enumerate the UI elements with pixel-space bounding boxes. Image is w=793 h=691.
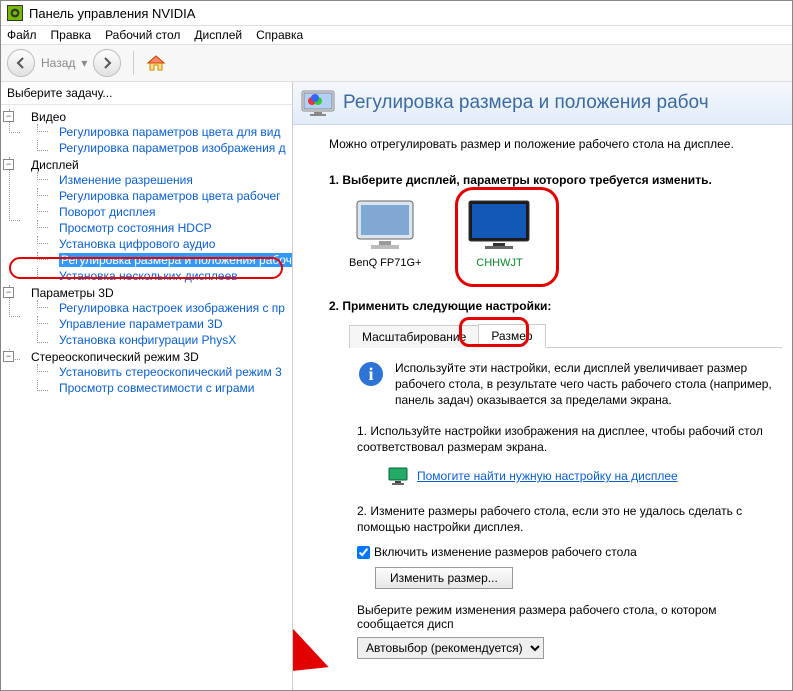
tree-item-video-color[interactable]: Регулировка параметров цвета для вид [59,125,280,139]
layout: Выберите задачу... − Видео Регулировка па… [1,82,792,690]
tree-item-size-position[interactable]: Регулировка размера и положения рабоч [59,253,292,267]
display-settings-icon [387,465,409,487]
tree-item-color[interactable]: Регулировка параметров цвета рабочег [59,189,281,203]
mode-label: Выберите режим изменения размера рабочег… [357,603,782,631]
tree-item-stereo-compat[interactable]: Просмотр совместимости с играми [59,381,254,395]
svg-text:i: i [368,364,373,384]
info-block: i Используйте эти настройки, если диспле… [357,360,782,409]
enable-resize-label: Включить изменение размеров рабочего сто… [374,545,637,559]
tree-cat-3d[interactable]: Параметры 3D [31,286,114,300]
tree-item-video-image[interactable]: Регулировка параметров изображения д [59,141,286,155]
tree-item-multi-display[interactable]: Установка нескольких дисплеев [59,269,238,283]
select-task-label: Выберите задачу... [1,82,292,105]
nvidia-logo-icon [7,5,23,21]
tree-item-3d-image[interactable]: Регулировка настроек изображения с пр [59,301,285,315]
help-link[interactable]: Помогите найти нужную настройку на диспл… [417,469,678,483]
menubar: Файл Правка Рабочий стол Дисплей Справка [1,26,792,45]
tree-item-rotate[interactable]: Поворот дисплея [59,205,156,219]
main-panel: Регулировка размера и положения рабоч Мо… [293,82,792,690]
toolbar: Назад ▾ [1,45,792,82]
tree-item-digital-audio[interactable]: Установка цифрового аудио [59,237,215,251]
mode-select[interactable]: Автовыбор (рекомендуется) [357,637,544,659]
info-sub1: 1. Используйте настройки изображения на … [357,423,782,455]
back-label: Назад [41,56,75,70]
enable-resize-checkbox[interactable] [357,546,370,559]
task-tree[interactable]: − Видео Регулировка параметров цвета для … [1,105,292,690]
expander-icon[interactable]: − [3,351,14,362]
tree-item-resolution[interactable]: Изменение разрешения [59,173,193,187]
info-text: Используйте эти настройки, если дисплей … [395,360,782,409]
display-item-benq[interactable]: BenQ FP71G+ [349,197,421,269]
home-icon[interactable] [146,53,166,73]
monitor-icon [301,88,335,118]
toolbar-separator [133,51,134,75]
back-dropdown-icon[interactable]: ▾ [81,56,87,70]
expander-icon[interactable]: − [3,159,14,170]
info-sub2: 2. Измените размеры рабочего стола, если… [357,503,782,535]
resize-button[interactable]: Изменить размер... [375,567,513,589]
menu-edit[interactable]: Правка [51,28,92,42]
menu-file[interactable]: Файл [7,28,37,42]
menu-help[interactable]: Справка [256,28,303,42]
tree-cat-display[interactable]: Дисплей [31,158,79,172]
page-header: Регулировка размера и положения рабоч [293,82,792,125]
back-button[interactable] [7,49,35,77]
monitor-icon [467,197,531,251]
tree-item-3d-manage[interactable]: Управление параметрами 3D [59,317,223,331]
info-icon: i [357,360,385,388]
tab-size[interactable]: Размер [478,324,545,348]
content-area: Можно отрегулировать размер и положение … [293,125,792,690]
display-picker: BenQ FP71G+ CHHWJT [349,197,782,269]
tree-cat-video[interactable]: Видео [31,110,66,124]
annotation-arrow [293,515,373,685]
display-label: CHHWJT [476,257,522,269]
step2-title: 2. Применить следующие настройки: [329,299,782,313]
step1-title: 1. Выберите дисплей, параметры которого … [329,173,782,187]
page-title: Регулировка размера и положения рабоч [343,92,709,114]
page-description: Можно отрегулировать размер и положение … [329,137,782,151]
help-link-row: Помогите найти нужную настройку на диспл… [387,465,782,487]
titlebar: Панель управления NVIDIA [1,1,792,26]
nvidia-control-panel-window: Панель управления NVIDIA Файл Правка Раб… [0,0,793,691]
expander-icon[interactable]: − [3,111,14,122]
window-title: Панель управления NVIDIA [29,6,195,21]
display-item-chhwjt[interactable]: CHHWJT [467,197,531,269]
tabs: Масштабирование Размер [349,323,782,348]
enable-resize-checkbox-row: Включить изменение размеров рабочего сто… [357,545,782,559]
sidebar: Выберите задачу... − Видео Регулировка па… [1,82,293,690]
menu-display[interactable]: Дисплей [194,28,242,42]
tab-scaling[interactable]: Масштабирование [349,325,479,348]
tree-item-hdcp[interactable]: Просмотр состояния HDCP [59,221,212,235]
tree-cat-stereo[interactable]: Стереоскопический режим 3D [31,350,199,364]
forward-button[interactable] [93,49,121,77]
display-label: BenQ FP71G+ [349,257,421,269]
monitor-icon [353,197,417,251]
tree-item-stereo-set[interactable]: Установить стереоскопический режим 3 [59,365,282,379]
expander-icon[interactable]: − [3,287,14,298]
tree-item-physx[interactable]: Установка конфигурации PhysX [59,333,236,347]
menu-desktop[interactable]: Рабочий стол [105,28,180,42]
